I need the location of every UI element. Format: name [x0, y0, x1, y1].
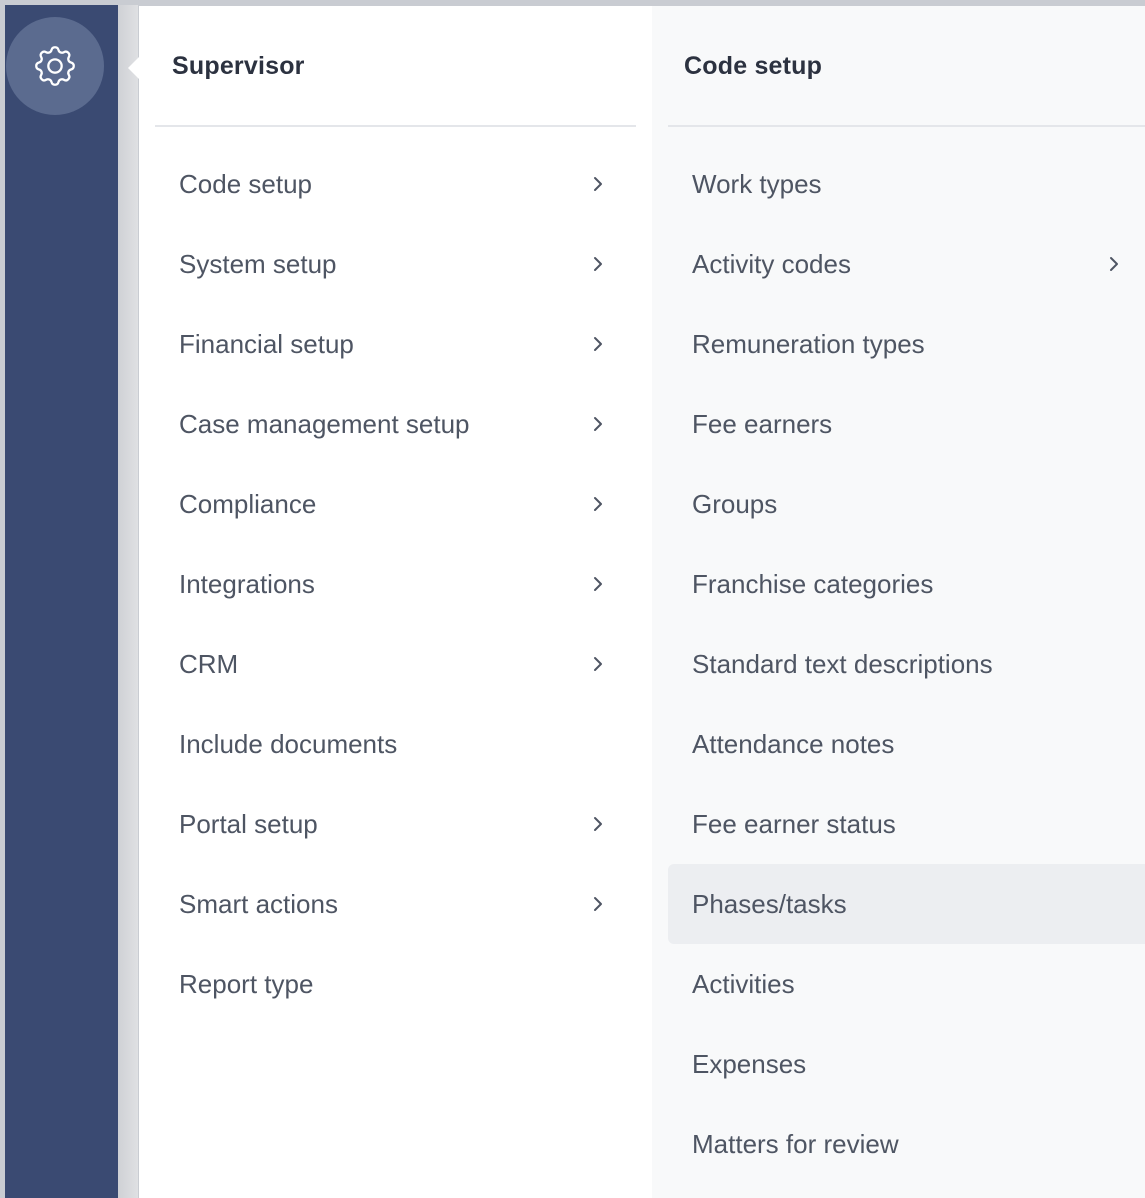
code-setup-menu-panel: Code setup Work types Activity codes Remun… [652, 6, 1145, 1198]
code-setup-menu-title: Code setup [684, 51, 823, 80]
menu-item-portal-setup[interactable]: Portal setup [155, 784, 619, 864]
menu-item-label: Franchise categories [692, 568, 934, 599]
menu-item-label: Financial setup [179, 328, 354, 359]
menu-item-label: Report type [179, 968, 314, 999]
menu-item-label: Include documents [179, 728, 398, 759]
supervisor-menu-panel: Supervisor Code setup System setup Financi… [139, 6, 652, 1198]
menu-item-label: Work types [692, 168, 822, 199]
divider [155, 125, 636, 127]
menu-item-fee-earner-status[interactable]: Fee earner status [668, 784, 1145, 864]
menu-item-compliance[interactable]: Compliance [155, 464, 619, 544]
divider [668, 125, 1145, 127]
menu-item-attendance-notes[interactable]: Attendance notes [668, 704, 1145, 784]
menu-item-label: Fee earners [692, 408, 833, 439]
menu-item-activity-codes[interactable]: Activity codes [668, 224, 1145, 304]
menu-item-label: Activities [692, 968, 795, 999]
menu-item-label: Code setup [179, 168, 312, 199]
menu-item-franchise-categories[interactable]: Franchise categories [668, 544, 1145, 624]
menu-item-label: Compliance [179, 488, 317, 519]
menu-item-label: Case management setup [179, 408, 470, 439]
menu-item-standard-text-descriptions[interactable]: Standard text descriptions [668, 624, 1145, 704]
chevron-right-icon [594, 337, 602, 351]
chevron-right-icon [594, 577, 602, 591]
chevron-right-icon [594, 817, 602, 831]
menu-item-groups[interactable]: Groups [668, 464, 1145, 544]
menu-item-phases-tasks[interactable]: Phases/tasks [668, 864, 1145, 944]
menu-pointer [128, 56, 140, 80]
menu-item-label: Attendance notes [692, 728, 895, 759]
menu-item-activities[interactable]: Activities [668, 944, 1145, 1024]
menu-item-label: Smart actions [179, 888, 338, 919]
menu-item-label: Expenses [692, 1048, 807, 1079]
menu-item-code-setup[interactable]: Code setup [155, 144, 619, 224]
menu-item-work-types[interactable]: Work types [668, 144, 1145, 224]
menu-item-include-documents[interactable]: Include documents [155, 704, 619, 784]
chevron-right-icon [594, 177, 602, 191]
menu-item-label: Phases/tasks [692, 888, 847, 919]
menu-item-label: Groups [692, 488, 778, 519]
supervisor-menu-list: Code setup System setup Financial setup Cas… [155, 144, 619, 1024]
code-setup-menu-list: Work types Activity codes Remuneration typ… [668, 144, 1145, 1184]
menu-item-label: System setup [179, 248, 337, 279]
menu-item-report-type[interactable]: Report type [155, 944, 619, 1024]
menu-gutter [118, 5, 138, 1198]
menu-item-label: Fee earner status [692, 808, 896, 839]
chevron-right-icon [594, 417, 602, 431]
menu-item-expenses[interactable]: Expenses [668, 1024, 1145, 1104]
gear-icon [30, 41, 80, 91]
supervisor-menu-title: Supervisor [172, 51, 305, 80]
menu-item-integrations[interactable]: Integrations [155, 544, 619, 624]
menu-item-label: CRM [179, 648, 239, 679]
menu-item-remuneration-types[interactable]: Remuneration types [668, 304, 1145, 384]
menu-item-label: Standard text descriptions [692, 648, 993, 679]
menu-item-label: Integrations [179, 568, 315, 599]
menu-item-crm[interactable]: CRM [155, 624, 619, 704]
menu-item-case-management-setup[interactable]: Case management setup [155, 384, 619, 464]
chevron-right-icon [594, 657, 602, 671]
menu-item-label: Remuneration types [692, 328, 925, 359]
chevron-right-icon [594, 257, 602, 271]
menu-item-smart-actions[interactable]: Smart actions [155, 864, 619, 944]
chevron-right-icon [1110, 257, 1118, 271]
menu-item-financial-setup[interactable]: Financial setup [155, 304, 619, 384]
menu-item-label: Activity codes [692, 248, 851, 279]
menu-item-fee-earners[interactable]: Fee earners [668, 384, 1145, 464]
menu-item-matters-for-review[interactable]: Matters for review [668, 1104, 1145, 1184]
menu-item-label: Matters for review [692, 1128, 899, 1159]
chevron-right-icon [594, 897, 602, 911]
sidebar [5, 5, 118, 1198]
chevron-right-icon [594, 497, 602, 511]
settings-button[interactable] [6, 17, 104, 115]
menu-item-label: Portal setup [179, 808, 318, 839]
menu-item-system-setup[interactable]: System setup [155, 224, 619, 304]
